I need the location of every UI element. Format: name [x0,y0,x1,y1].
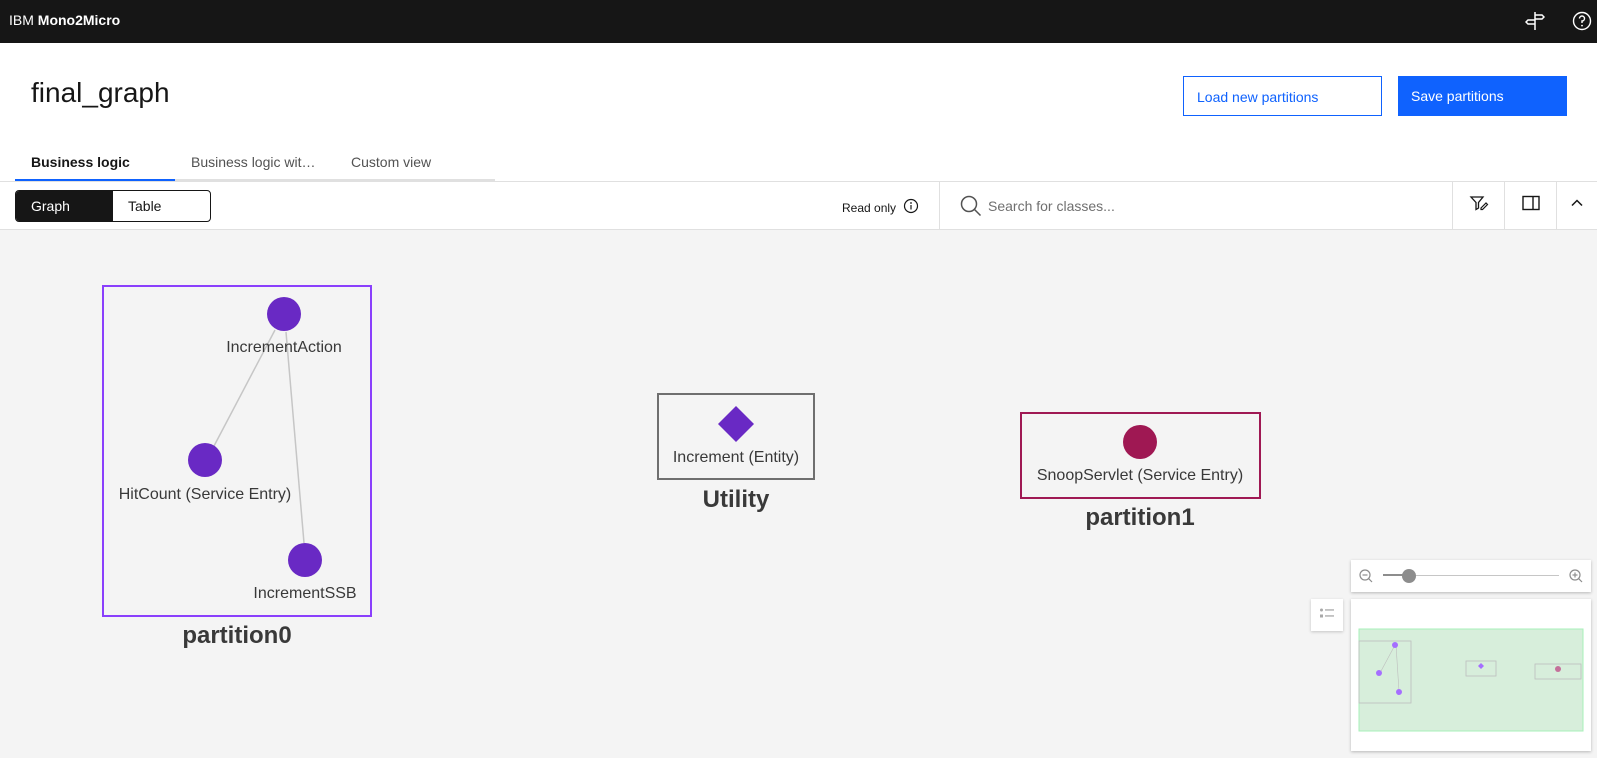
filter-edit-icon [1469,193,1489,218]
node-increment-entity[interactable] [718,406,754,442]
partition-label: partition0 [182,622,291,649]
tab-business-logic-with[interactable]: Business logic wit… [175,140,335,181]
node-label: Increment (Entity) [673,449,799,466]
minimap-preview [1358,628,1584,732]
minimap-node [1376,670,1382,676]
search-icon [960,195,982,222]
tab-custom-view[interactable]: Custom view [335,140,495,181]
chevron-up-icon [1569,195,1585,216]
side-panel-icon [1521,193,1541,218]
read-only-label: Read only [842,200,897,215]
zoom-slider-thumb[interactable] [1402,569,1417,583]
graph-toolbar: Graph Table Read only [0,181,1597,230]
collapse-button[interactable] [1556,182,1597,229]
node-label: IncrementAction [226,339,342,356]
graph-minimap[interactable] [1351,599,1591,751]
edge-incrementaction-incrementssb [285,331,305,544]
top-bar: IBM Mono2Micro [0,0,1597,43]
save-partitions-button[interactable]: Save partitions [1398,76,1567,116]
partition-label: Utility [703,486,770,513]
page-title: final_graph [31,77,170,108]
app-brand[interactable]: IBM Mono2Micro [9,12,120,28]
legend-toggle-button[interactable] [1311,599,1343,631]
partition0-box[interactable] [102,285,372,617]
minimap-node [1555,666,1561,672]
brand-name: Mono2Micro [37,12,121,28]
brand-prefix: IBM [9,12,34,28]
minimap-node [1396,689,1402,695]
table-view-button[interactable]: Table [113,191,210,221]
help-icon[interactable] [1571,10,1593,32]
load-new-partitions-button[interactable]: Load new partitions [1183,76,1382,116]
graph-view-button[interactable]: Graph [16,191,113,221]
filter-edit-button[interactable] [1452,182,1504,229]
node-snoopservlet[interactable] [1123,425,1157,459]
node-label: IncrementSSB [253,585,356,602]
legend-icon [1319,606,1335,625]
view-switcher: Graph Table [15,190,211,222]
node-incrementaction[interactable] [267,297,301,331]
tab-business-logic[interactable]: Business logic [15,140,175,181]
class-search [939,182,1452,229]
minimap-node [1392,642,1398,648]
zoom-control [1351,560,1591,592]
info-icon[interactable] [903,198,919,217]
search-input[interactable] [988,194,1428,218]
page-header: final_graph Load new partitions Save par… [0,43,1597,181]
node-label: SnoopServlet (Service Entry) [1037,467,1243,484]
node-incrementssb[interactable] [288,543,322,577]
read-only-indicator: Read only [842,198,919,217]
partition-label: partition1 [1085,504,1194,531]
side-panel-button[interactable] [1504,182,1556,229]
zoom-in-icon[interactable] [1569,569,1583,588]
signpost-icon[interactable] [1524,10,1546,32]
zoom-out-icon[interactable] [1359,569,1373,588]
node-hitcount[interactable] [188,443,222,477]
node-label: HitCount (Service Entry) [119,486,292,503]
